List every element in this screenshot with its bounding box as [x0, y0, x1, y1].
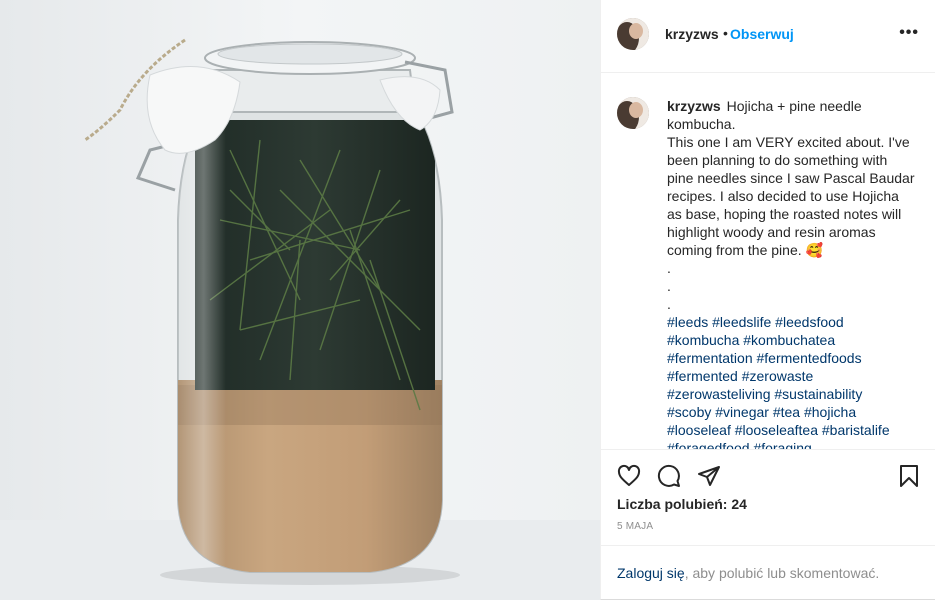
likes-count[interactable]: Liczba polubień: 24 — [617, 496, 747, 512]
post-container: krzyzws • Obserwuj ••• krzyzws Hojicha +… — [0, 0, 935, 600]
caption-text: Hojicha + pine needle kombucha. This one… — [667, 98, 915, 312]
caption-username[interactable]: krzyzws — [667, 98, 721, 114]
post-date[interactable]: 5 MAJA — [617, 521, 653, 532]
post-image[interactable] — [0, 0, 600, 600]
follow-button[interactable]: Obserwuj — [730, 26, 794, 42]
avatar[interactable] — [617, 18, 649, 50]
login-prompt: Zaloguj się, aby polubić lub skomentować… — [601, 545, 935, 601]
login-rest: , aby polubić lub skomentować. — [684, 565, 880, 581]
avatar-image — [617, 97, 649, 129]
avatar-image — [617, 18, 649, 50]
action-bar: Liczba polubień: 24 5 MAJA Zaloguj się, … — [601, 449, 935, 600]
paper-plane-icon[interactable] — [697, 464, 721, 493]
login-text: Zaloguj się, aby polubić lub skomentować… — [617, 565, 879, 581]
more-options-icon[interactable]: ••• — [899, 24, 919, 42]
caption-text-block: krzyzws Hojicha + pine needle kombucha. … — [667, 97, 917, 449]
post-header: krzyzws • Obserwuj ••• — [601, 0, 935, 73]
post-sidebar: krzyzws • Obserwuj ••• krzyzws Hojicha +… — [600, 0, 935, 600]
caption-area: krzyzws Hojicha + pine needle kombucha. … — [601, 73, 935, 449]
caption-hashtags[interactable]: #leeds #leedslife #leedsfood #kombucha #… — [667, 314, 890, 449]
bookmark-icon[interactable] — [897, 464, 921, 493]
caption-avatar[interactable] — [617, 97, 649, 129]
comment-icon[interactable] — [657, 464, 681, 493]
login-link[interactable]: Zaloguj się — [617, 565, 685, 581]
username[interactable]: krzyzws — [665, 26, 719, 42]
kombucha-jar-photo — [0, 0, 600, 600]
heart-icon[interactable] — [617, 464, 641, 493]
separator-dot: • — [723, 25, 728, 41]
